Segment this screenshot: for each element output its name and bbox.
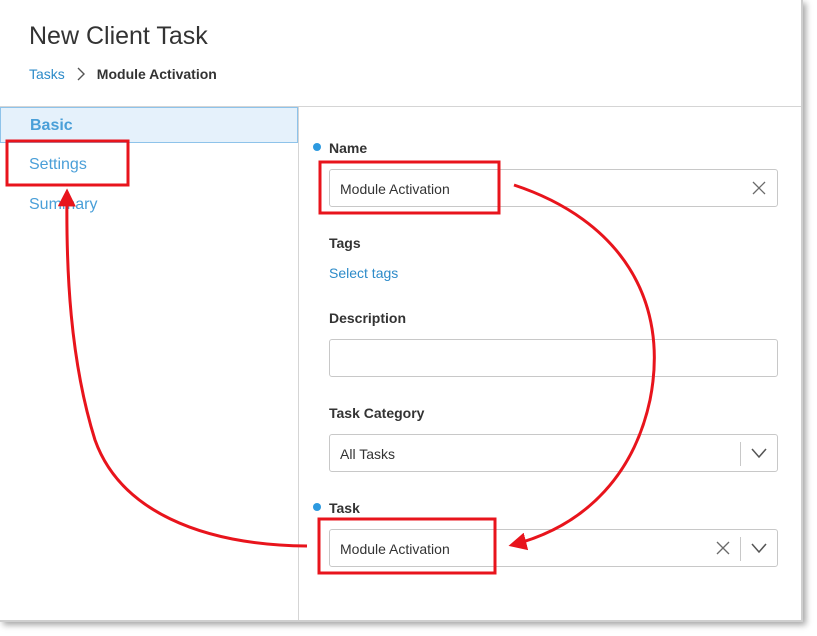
description-text[interactable] <box>340 340 764 376</box>
task-category-value: All Tasks <box>340 446 395 462</box>
close-icon[interactable] <box>752 181 766 195</box>
chevron-down-icon[interactable] <box>750 542 768 554</box>
task-category-label: Task Category <box>329 405 425 421</box>
chevron-down-icon[interactable] <box>750 447 768 459</box>
breadcrumb-current: Module Activation <box>96 66 217 82</box>
wizard-sidebar: Basic Settings Summary <box>0 107 299 620</box>
sidebar-item-basic[interactable]: Basic <box>0 107 298 143</box>
chevron-right-icon <box>77 67 85 81</box>
description-label: Description <box>329 310 407 326</box>
name-label: Name <box>329 140 368 156</box>
name-input-value: Module Activation <box>340 181 450 197</box>
required-indicator <box>313 143 321 151</box>
new-client-task-window: New Client Task Tasks Module Activation … <box>0 0 803 622</box>
basic-form: Name Module Activation Tags Select tags … <box>299 107 801 620</box>
tags-label: Tags <box>329 235 361 251</box>
page-title: New Client Task <box>29 22 208 50</box>
sidebar-item-label: Basic <box>30 117 73 134</box>
sidebar-item-summary[interactable]: Summary <box>0 187 298 223</box>
breadcrumb: Tasks Module Activation <box>29 66 217 82</box>
page-header: New Client Task Tasks Module Activation <box>0 0 801 107</box>
sidebar-item-label: Settings <box>29 156 87 173</box>
task-label: Task <box>329 500 360 516</box>
breadcrumb-tasks-link[interactable]: Tasks <box>29 66 65 82</box>
close-icon[interactable] <box>716 541 730 555</box>
task-category-select[interactable]: All Tasks <box>329 434 778 472</box>
dropdown-divider <box>740 537 741 561</box>
task-value: Module Activation <box>340 541 450 557</box>
sidebar-item-label: Summary <box>29 196 98 213</box>
dropdown-divider <box>740 442 741 466</box>
name-input[interactable]: Module Activation <box>329 169 778 207</box>
select-tags-link[interactable]: Select tags <box>329 265 398 281</box>
sidebar-item-settings[interactable]: Settings <box>0 147 298 183</box>
description-input[interactable] <box>329 339 778 377</box>
task-select[interactable]: Module Activation <box>329 529 778 567</box>
required-indicator <box>313 503 321 511</box>
